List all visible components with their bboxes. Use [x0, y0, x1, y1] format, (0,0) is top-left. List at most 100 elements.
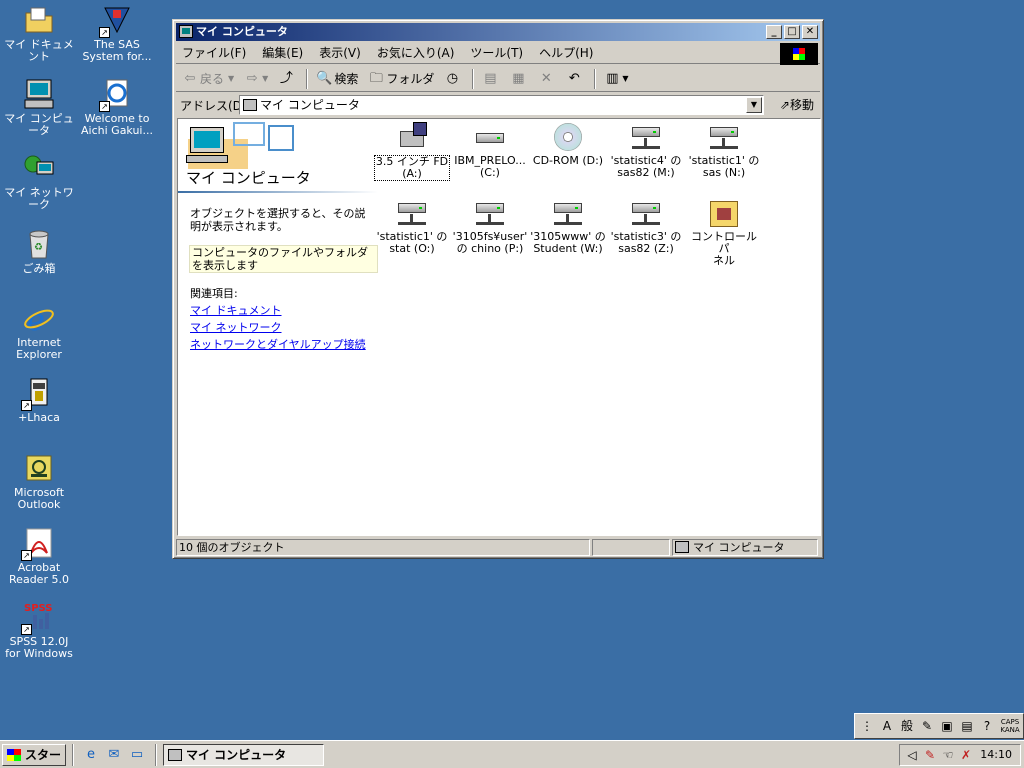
recycle-bin-icon: ♻ — [23, 228, 55, 260]
close-button[interactable]: ✕ — [802, 25, 818, 39]
ime-pad-icon[interactable]: ▣ — [939, 718, 955, 734]
history-button[interactable]: ◷ — [444, 71, 462, 87]
network-drive-icon — [474, 197, 506, 229]
input-mode-a[interactable]: A — [879, 718, 895, 734]
desktop-icon-spss[interactable]: SPSS ↗ SPSS 12.0J for Windows — [1, 601, 77, 660]
taskbar-item-my-computer[interactable]: マイ コンピュータ — [163, 744, 324, 766]
panel-banner: マイ コンピュータ — [178, 119, 378, 194]
desktop-icon-internet-explorer[interactable]: e Internet Explorer — [1, 302, 77, 361]
forward-button[interactable]: ⇨ ▼ — [244, 71, 269, 87]
maximize-button[interactable]: □ — [784, 25, 800, 39]
menu-help[interactable]: ヘルプ(H) — [539, 44, 593, 61]
shortcut-arrow-icon: ↗ — [21, 624, 32, 635]
desktop-icon-label: The SAS System for... — [82, 38, 152, 63]
desktop-icon-my-computer[interactable]: マイ コンピュータ — [1, 78, 77, 137]
menu-favorites[interactable]: お気に入り(A) — [377, 44, 455, 61]
back-button[interactable]: ⇦ 戻る ▼ — [182, 70, 235, 87]
desktop-icon-lhaca[interactable]: ↗ +Lhaca — [1, 377, 77, 424]
item-drive-c[interactable]: IBM_PRELO... (C:) — [452, 121, 528, 179]
menu-file[interactable]: ファイル(F) — [182, 44, 246, 61]
network-drive-icon — [552, 197, 584, 229]
desktop-icon-welcome[interactable]: ↗ Welcome to Aichi Gakui... — [79, 78, 155, 137]
copy-to-icon: ▦ — [512, 70, 525, 86]
svg-text:SPSS: SPSS — [24, 603, 53, 614]
item-drive-w[interactable]: '3105www' の Student (W:) — [530, 197, 606, 255]
go-label: 移動 — [789, 98, 814, 112]
desktop-icon-recycle-bin[interactable]: ♻ ごみ箱 — [1, 228, 77, 275]
folders-label: フォルダ — [386, 72, 435, 86]
minimize-button[interactable]: _ — [766, 25, 782, 39]
up-folder-button[interactable]: ⤴ — [278, 71, 296, 87]
item-control-panel[interactable]: コントロール パ ネル — [686, 197, 762, 267]
language-bar: ⋮ A 般 ✎ ▣ ▤ ? CAPS KANA — [854, 713, 1024, 739]
menu-edit[interactable]: 編集(E) — [262, 44, 303, 61]
network-drive-icon — [630, 197, 662, 229]
copy-to-button[interactable]: ▦ — [510, 71, 528, 87]
status-bar: 10 個のオブジェクト マイ コンピュータ — [176, 538, 820, 557]
back-arrow-icon: ⇦ — [184, 70, 196, 86]
desktop-icon-outlook[interactable]: Microsoft Outlook — [1, 452, 77, 511]
link-my-network[interactable]: マイ ネットワーク — [190, 319, 282, 335]
menu-tools[interactable]: ツール(T) — [470, 44, 523, 61]
desktop-icon-label: ごみ箱 — [22, 262, 56, 275]
quicklaunch-desktop-icon[interactable]: ▭ — [128, 746, 146, 764]
start-button[interactable]: スタート — [2, 744, 66, 766]
system-tray: ◁ ✎ ☜ ✗ 14:10 — [899, 744, 1021, 766]
volume-icon[interactable]: ◁ — [904, 747, 920, 763]
panel-description: オブジェクトを選択すると、その説明が表示されます。 — [190, 207, 366, 233]
ime-help-icon[interactable]: ? — [979, 718, 995, 734]
views-button[interactable]: ▥ ▼ — [604, 71, 628, 87]
hand-icon[interactable]: ☜ — [940, 747, 956, 763]
taskbar: スタート e ✉ ▭ マイ コンピュータ ◁ ✎ ☜ ✗ 14:10 — [0, 740, 1024, 768]
item-label: 3.5 インチ FD (A:) — [374, 155, 450, 181]
shortcut-arrow-icon: ↗ — [99, 27, 110, 38]
move-to-button[interactable]: ▤ — [482, 71, 500, 87]
link-network-dialup[interactable]: ネットワークとダイヤルアップ接続 — [190, 336, 366, 352]
delete-icon: ✕ — [540, 70, 552, 86]
desktop-icon-label: Welcome to Aichi Gakui... — [81, 112, 153, 137]
link-my-documents[interactable]: マイ ドキュメント — [190, 302, 282, 318]
desktop-icon-acrobat[interactable]: ↗ Acrobat Reader 5.0 — [1, 527, 77, 586]
svg-text:♻: ♻ — [34, 242, 43, 253]
network-status-icon[interactable]: ✗ — [958, 747, 974, 763]
my-computer-icon — [179, 25, 193, 38]
search-button[interactable]: 🔍 検索 — [316, 70, 358, 87]
desktop-icon-my-documents[interactable]: マイ ドキュメント — [1, 4, 77, 63]
caps-kana-indicator: CAPS KANA — [1000, 718, 1020, 734]
acrobat-icon: ↗ — [21, 527, 55, 561]
input-mode-general[interactable]: 般 — [899, 718, 915, 734]
address-value: マイ コンピュータ — [260, 98, 360, 112]
pen-icon[interactable]: ✎ — [922, 747, 938, 763]
history-icon: ◷ — [446, 70, 459, 86]
desktop-icon-label: Microsoft Outlook — [13, 486, 65, 511]
langbar-grip-icon[interactable]: ⋮ — [859, 718, 875, 734]
title-bar[interactable]: マイ コンピュータ _ □ ✕ — [176, 23, 820, 41]
item-label: 'statistic1' の stat (O:) — [376, 230, 448, 255]
my-computer-icon — [243, 99, 257, 111]
item-drive-o[interactable]: 'statistic1' の stat (O:) — [374, 197, 450, 255]
ime-tool-icon[interactable]: ✎ — [919, 718, 935, 734]
item-drive-z[interactable]: 'statistic3' の sas82 (Z:) — [608, 197, 684, 255]
undo-button[interactable]: ↶ — [566, 71, 584, 87]
desktop-icon-sas[interactable]: ↗ The SAS System for... — [79, 4, 155, 63]
desktop-icon-label: Acrobat Reader 5.0 — [9, 561, 69, 586]
item-cdrom-d[interactable]: CD-ROM (D:) — [530, 121, 606, 167]
item-drive-m[interactable]: 'statistic4' の sas82 (M:) — [608, 121, 684, 179]
menu-bar: ファイル(F) 編集(E) 表示(V) お気に入り(A) ツール(T) ヘルプ(… — [176, 42, 820, 65]
search-icon: 🔍 — [316, 70, 333, 86]
go-button[interactable]: ⇗移動 — [780, 96, 814, 113]
item-drive-p[interactable]: '3105fs¥user' の chino (P:) — [452, 197, 528, 255]
quicklaunch-outlook-icon[interactable]: ✉ — [105, 746, 123, 764]
address-input[interactable]: マイ コンピュータ ▼ — [239, 95, 764, 115]
ime-dictionary-icon[interactable]: ▤ — [959, 718, 975, 734]
address-dropdown-button[interactable]: ▼ — [746, 97, 762, 113]
delete-button[interactable]: ✕ — [538, 71, 556, 87]
item-drive-n[interactable]: 'statistic1' の sas (N:) — [686, 121, 762, 179]
menu-view[interactable]: 表示(V) — [319, 44, 361, 61]
clock: 14:10 — [980, 748, 1012, 761]
quicklaunch-ie-icon[interactable]: e — [82, 746, 100, 764]
folders-button[interactable]: 🗀 フォルダ — [368, 70, 435, 87]
desktop-icon-my-network[interactable]: マイ ネットワーク — [1, 152, 77, 211]
panel-title: マイ コンピュータ — [186, 169, 311, 187]
item-floppy-a[interactable]: 3.5 インチ FD (A:) — [374, 121, 450, 181]
